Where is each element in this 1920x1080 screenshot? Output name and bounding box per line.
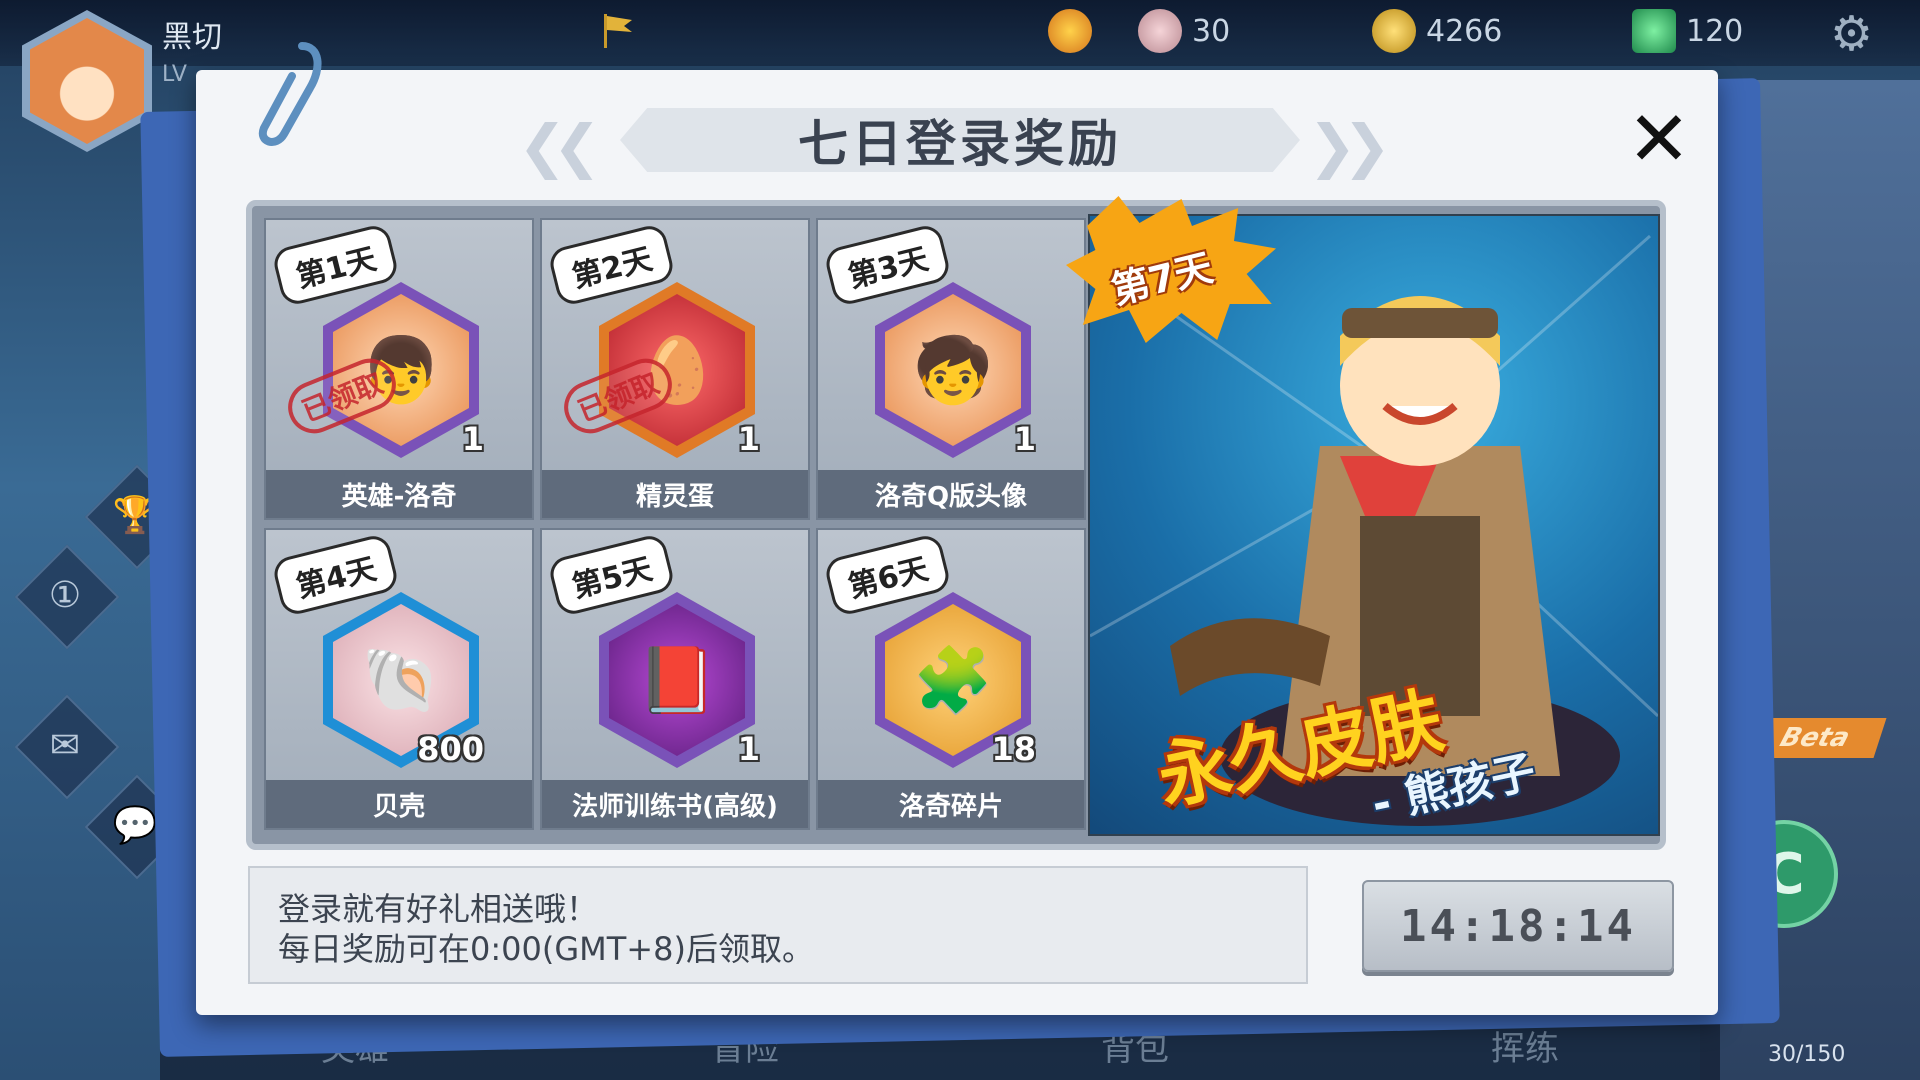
chevron-right-icon: ❯❯: [1308, 112, 1391, 180]
item-name: 贝壳: [372, 791, 425, 822]
reward-cell-day-2[interactable]: 🥚 第2天 1 已领取 精灵蛋: [540, 218, 810, 520]
reward-cell-day-4[interactable]: 🐚 第4天 800 贝壳: [264, 528, 534, 830]
countdown-timer-button[interactable]: 14:18:14: [1362, 880, 1674, 972]
reward-cell-day-6[interactable]: 🧩 第6天 18 洛奇碎片: [816, 528, 1086, 830]
item-quantity: 1: [737, 420, 760, 458]
event-medal-icon[interactable]: [1048, 8, 1092, 54]
gem-counter[interactable]: 120: [1632, 8, 1743, 54]
chevron-left-icon: ❮❮: [518, 112, 601, 180]
item-name: 精灵蛋: [635, 481, 714, 512]
shell-counter: 30: [1138, 8, 1230, 54]
info-line-2: 每日奖励可在0:00(GMT+8)后领取。: [278, 930, 814, 968]
reward-cell-day-5[interactable]: 📕 第5天 1 法师训练书(高级): [540, 528, 810, 830]
reward-cell-day-3[interactable]: 🧒 第3天 1 洛奇Q版头像: [816, 218, 1086, 520]
flag-icon[interactable]: [600, 10, 636, 50]
item-name: 法师训练书(高级): [572, 791, 778, 822]
settings-gear-icon[interactable]: ⚙: [1830, 6, 1873, 62]
shell-count: 30: [1192, 13, 1231, 49]
item-quantity: 800: [417, 730, 484, 768]
player-level: LV: [162, 62, 187, 87]
reward-cell-day-1[interactable]: 👦 第1天 1 已领取 英雄-洛奇: [264, 218, 534, 520]
dialog-title: 七日登录奖励: [798, 115, 1122, 173]
gold-counter: 4266: [1372, 8, 1502, 54]
item-quantity: 1: [737, 730, 760, 768]
item-quantity: 1: [461, 420, 484, 458]
chibi-avatar-icon: 🧒: [913, 333, 993, 408]
close-button[interactable]: ✕: [1620, 100, 1698, 178]
item-name: 英雄-洛奇: [341, 481, 457, 512]
training-book-icon: 📕: [637, 643, 717, 718]
item-quantity: 18: [991, 730, 1036, 768]
mail-icon: ✉: [49, 724, 81, 766]
gold-count: 4266: [1426, 13, 1503, 49]
item-name: 洛奇碎片: [898, 791, 1003, 822]
player-name: 黑切: [162, 20, 222, 55]
shell-icon: [1138, 9, 1182, 53]
ranking-icon: ①: [48, 574, 82, 616]
gem-count: 120: [1686, 13, 1744, 49]
bag-capacity: 30/150: [1768, 1042, 1846, 1067]
item-quantity: 1: [1013, 420, 1036, 458]
gold-coin-icon: [1372, 9, 1416, 53]
gem-plus-icon: [1632, 9, 1676, 53]
paper-clip-icon: [258, 42, 322, 146]
item-name: 洛奇Q版头像: [874, 481, 1028, 512]
